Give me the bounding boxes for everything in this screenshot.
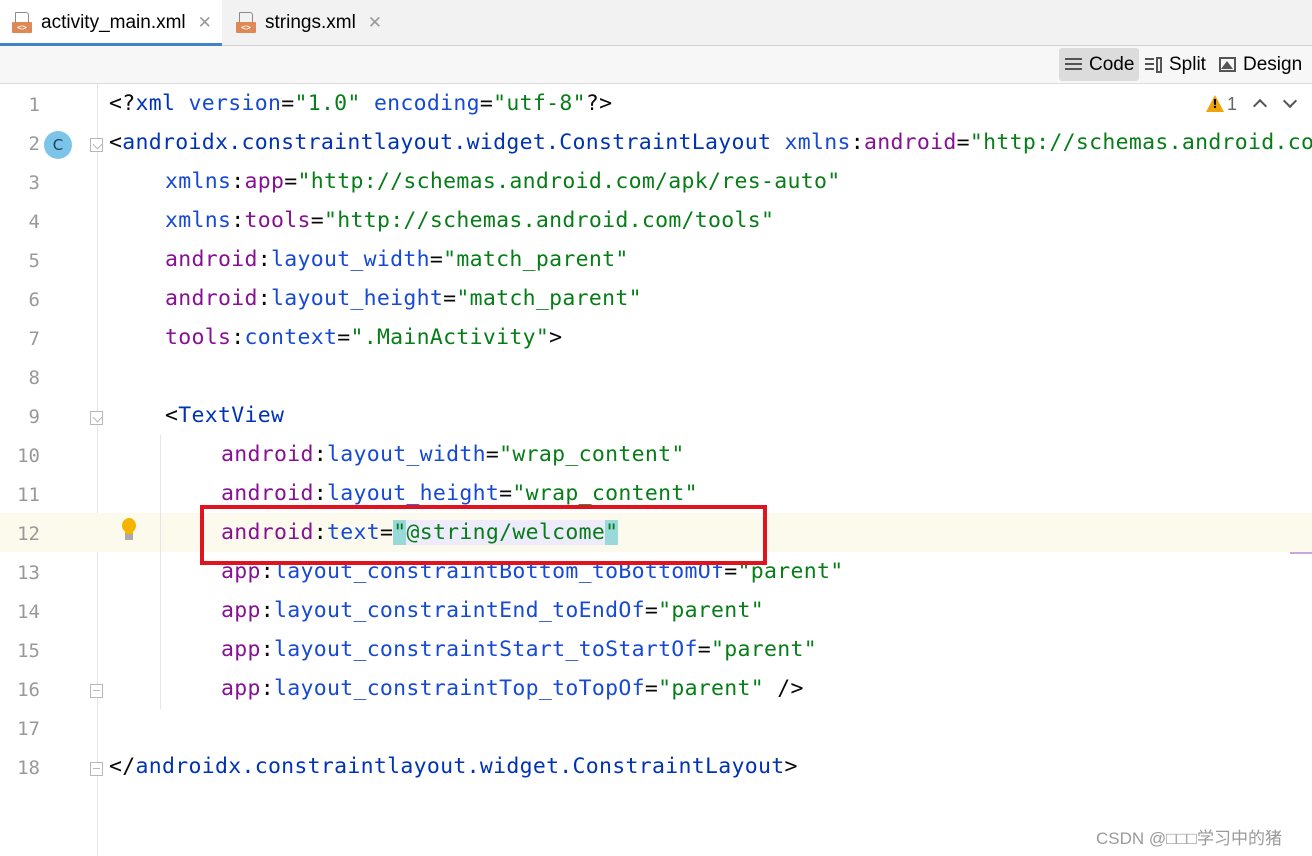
fold-toggle-icon[interactable] bbox=[90, 138, 103, 152]
design-view-label: Design bbox=[1243, 53, 1303, 75]
code-view-label: Code bbox=[1089, 53, 1135, 75]
close-icon[interactable]: ✕ bbox=[198, 13, 212, 33]
warning-count: 1 bbox=[1227, 94, 1238, 114]
xml-file-icon: <> bbox=[12, 12, 34, 34]
code-editor[interactable]: 1 2 3 4 5 6 7 8 9 10 11 12 13 14 15 16 1… bbox=[0, 84, 1312, 856]
split-view-button[interactable]: Split bbox=[1139, 48, 1211, 81]
code-line-16: app:layout_constraintTop_toTopOf="parent… bbox=[221, 676, 804, 701]
watermark: CSDN @□□□学习中的猪 bbox=[1096, 829, 1282, 848]
line-number: 9 bbox=[28, 406, 40, 428]
tab-label: strings.xml bbox=[265, 12, 356, 33]
tab-strings-xml[interactable]: <> strings.xml ✕ bbox=[224, 0, 394, 46]
line-number: 15 bbox=[17, 640, 40, 662]
chevron-down-icon[interactable] bbox=[1282, 93, 1298, 109]
highlight-annotation-box bbox=[200, 505, 767, 565]
split-view-icon bbox=[1144, 56, 1164, 74]
xml-file-icon: <> bbox=[236, 12, 258, 34]
image-icon bbox=[1218, 56, 1238, 74]
code-line-7: tools:context=".MainActivity"> bbox=[165, 325, 563, 350]
line-number: 7 bbox=[28, 328, 40, 350]
line-number: 3 bbox=[28, 172, 40, 194]
line-number: 13 bbox=[17, 562, 40, 584]
split-view-label: Split bbox=[1169, 53, 1206, 75]
close-icon[interactable]: ✕ bbox=[368, 13, 382, 33]
class-reference-icon[interactable]: C bbox=[44, 131, 72, 159]
line-number: 11 bbox=[17, 484, 40, 506]
code-line-15: app:layout_constraintStart_toStartOf="pa… bbox=[221, 637, 817, 662]
line-number: 10 bbox=[17, 445, 40, 467]
editor-tab-bar: <> activity_main.xml ✕ <> strings.xml ✕ bbox=[0, 0, 1312, 47]
code-line-2: <androidx.constraintlayout.widget.Constr… bbox=[109, 130, 1312, 155]
code-lines-icon bbox=[1064, 56, 1084, 74]
fold-end-icon[interactable] bbox=[90, 762, 103, 776]
code-line-9: <TextView bbox=[165, 403, 285, 428]
tab-activity-main-xml[interactable]: <> activity_main.xml ✕ bbox=[0, 0, 222, 47]
line-number: 12 bbox=[17, 523, 40, 545]
line-number-gutter bbox=[0, 84, 98, 856]
lightbulb-intention-icon[interactable] bbox=[120, 517, 138, 543]
view-mode-toolbar: Code Split Design bbox=[0, 46, 1312, 84]
fold-end-icon[interactable] bbox=[90, 684, 103, 698]
line-number: 8 bbox=[28, 367, 40, 389]
indent-guide bbox=[160, 435, 161, 709]
code-line-11: android:layout_height="wrap_content" bbox=[221, 481, 698, 506]
code-view-button[interactable]: Code bbox=[1059, 48, 1140, 81]
line-number: 1 bbox=[28, 94, 40, 116]
line-number: 2 bbox=[28, 133, 40, 155]
code-line-6: android:layout_height="match_parent" bbox=[165, 286, 642, 311]
chevron-up-icon[interactable] bbox=[1252, 98, 1268, 114]
code-line-14: app:layout_constraintEnd_toEndOf="parent… bbox=[221, 598, 765, 623]
design-view-button[interactable]: Design bbox=[1213, 48, 1307, 81]
code-line-3: xmlns:app="http://schemas.android.com/ap… bbox=[165, 169, 841, 194]
fold-toggle-icon[interactable] bbox=[90, 411, 103, 425]
code-line-4: xmlns:tools="http://schemas.android.com/… bbox=[165, 208, 775, 233]
tab-label: activity_main.xml bbox=[41, 12, 186, 33]
line-number: 6 bbox=[28, 289, 40, 311]
line-number: 5 bbox=[28, 250, 40, 272]
line-number: 4 bbox=[28, 211, 40, 233]
code-line-1: <?xml version="1.0" encoding="utf-8"?> bbox=[109, 91, 613, 116]
line-number: 16 bbox=[17, 679, 40, 701]
line-number: 17 bbox=[17, 718, 40, 740]
code-line-10: android:layout_width="wrap_content" bbox=[221, 442, 685, 467]
code-line-18: </androidx.constraintlayout.widget.Const… bbox=[109, 754, 798, 779]
code-line-5: android:layout_width="match_parent" bbox=[165, 247, 629, 272]
line-number: 14 bbox=[17, 601, 40, 623]
line-number: 18 bbox=[17, 757, 40, 779]
scroll-marker bbox=[1290, 552, 1312, 554]
